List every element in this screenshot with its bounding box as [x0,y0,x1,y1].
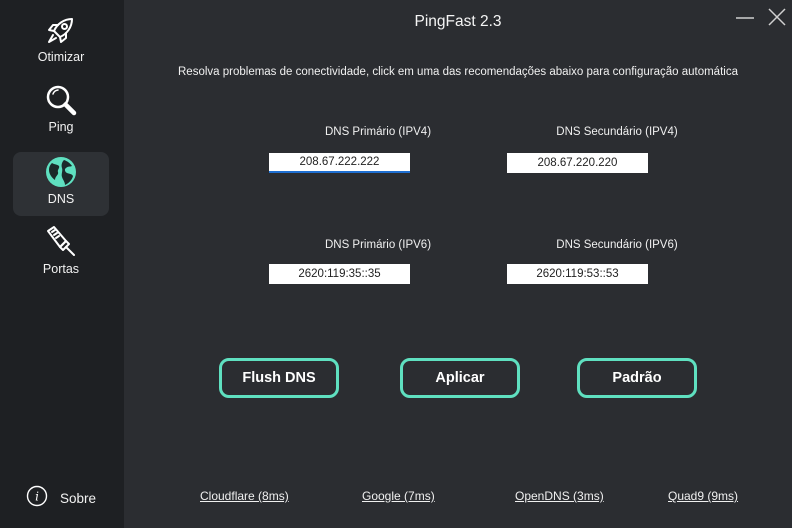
sidebar-item-portas[interactable]: Portas [13,222,109,286]
sidebar-item-label: DNS [47,192,75,206]
ipv4-primary-label: DNS Primário (IPV4) [324,126,432,138]
sidebar-item-dns[interactable]: DNS [13,152,109,216]
app-title: PingFast 2.3 [414,13,502,30]
ipv6-secondary-input[interactable] [507,264,648,284]
minimize-button[interactable] [734,6,756,28]
sidebar: Otimizar Ping DNS Portas i Sobre [0,0,124,528]
close-button[interactable] [766,6,788,28]
preset-link-opendns[interactable]: OpenDNS (3ms) [515,489,604,503]
close-icon [768,8,786,26]
about-button[interactable]: i Sobre [26,485,97,512]
sidebar-item-ping[interactable]: Ping [13,80,109,144]
default-button[interactable]: Padrão [577,358,697,398]
apply-button[interactable]: Aplicar [400,358,520,398]
ipv6-secondary-label: DNS Secundário (IPV6) [556,239,678,251]
ethernet-cable-icon [43,224,79,260]
preset-link-cloudflare[interactable]: Cloudflare (8ms) [200,489,289,503]
globe-icon [43,154,79,190]
sidebar-item-label: Otimizar [37,50,85,64]
preset-link-quad9[interactable]: Quad9 (9ms) [668,489,738,503]
preset-link-google[interactable]: Google (7ms) [362,489,435,503]
ipv6-primary-label: DNS Primário (IPV6) [324,239,432,251]
minimize-icon [736,17,754,19]
ipv4-secondary-label: DNS Secundário (IPV4) [556,126,678,138]
instructions-text: Resolva problemas de conectividade, clic… [178,66,738,78]
ipv4-primary-input[interactable] [269,153,410,173]
sidebar-item-label: Portas [42,262,80,276]
magnifier-icon [43,82,79,118]
sidebar-item-otimizar[interactable]: Otimizar [13,10,109,74]
ipv6-primary-input[interactable] [269,264,410,284]
svg-text:i: i [35,489,39,503]
flush-dns-button[interactable]: Flush DNS [219,358,339,398]
rocket-icon [43,12,79,48]
sidebar-item-label: Ping [48,120,74,134]
main-panel: PingFast 2.3 Resolva problemas de conect… [124,0,792,528]
ipv4-secondary-input[interactable] [507,153,648,173]
info-icon: i [26,485,48,512]
about-label: Sobre [60,490,97,506]
